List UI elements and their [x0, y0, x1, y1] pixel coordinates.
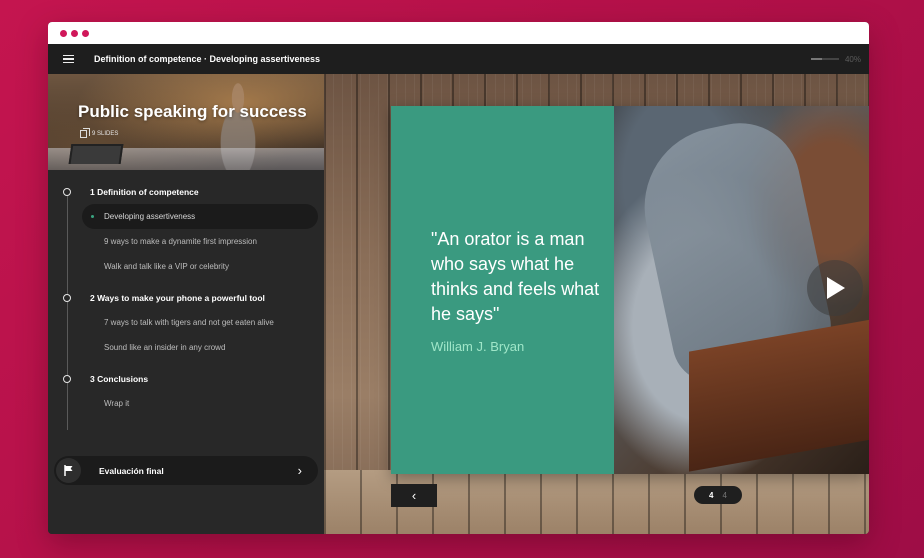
lesson-item[interactable]: Sound like an insider in any crowd: [48, 335, 324, 360]
course-hero-image: Public speaking for success 9 SLIDES: [48, 74, 324, 170]
window-dot: [60, 29, 67, 37]
current-slide-number: 4: [709, 490, 714, 500]
slides-count-label: 9 SLIDES: [92, 131, 119, 137]
quote-author: William J. Bryan: [431, 338, 525, 354]
lesson-item[interactable]: Walk and talk like a VIP or celebrity: [48, 254, 324, 279]
progress-percent: 40%: [844, 54, 861, 64]
active-bullet-icon: [91, 215, 94, 218]
course-title: Public speaking for success: [78, 102, 307, 121]
slide-pager: 4 4: [694, 486, 742, 504]
progress-track: [810, 58, 839, 60]
progress-fill: [810, 58, 823, 60]
play-icon: [827, 277, 845, 299]
total-slides-number: 4: [722, 490, 727, 500]
section-heading[interactable]: 2 Ways to make your phone a powerful too…: [48, 286, 324, 310]
final-evaluation-button[interactable]: Evaluación final ›: [54, 456, 318, 485]
flag-icon: [56, 458, 81, 483]
window-chrome: [48, 22, 869, 44]
slides-count: 9 SLIDES: [80, 128, 119, 138]
slide-stage: "An orator is a man who says what he thi…: [324, 74, 869, 534]
timeline-node-icon: [63, 188, 71, 196]
hamburger-icon: [62, 54, 74, 64]
course-sidebar: Public speaking for success 9 SLIDES 1 D…: [48, 74, 324, 534]
final-evaluation-label: Evaluación final: [99, 465, 164, 476]
slides-icon: [80, 128, 90, 138]
section-heading[interactable]: 3 Conclusions: [48, 367, 324, 391]
chevron-left-icon: ‹: [411, 488, 417, 503]
breadcrumb: Definition of competence · Developing as…: [94, 54, 321, 64]
lesson-item-active[interactable]: Developing assertiveness: [82, 204, 318, 229]
menu-toggle-button[interactable]: [48, 44, 88, 74]
slide-content: "An orator is a man who says what he thi…: [391, 106, 869, 474]
lesson-item[interactable]: 9 ways to make a dynamite first impressi…: [48, 229, 324, 254]
quote-panel: "An orator is a man who says what he thi…: [391, 106, 614, 474]
course-progress: 40%: [810, 54, 861, 64]
slide-photo: [614, 106, 869, 474]
quote-text: "An orator is a man who says what he thi…: [431, 228, 600, 324]
section-heading[interactable]: 1 Definition of competence: [48, 180, 324, 204]
timeline-node-icon: [63, 294, 71, 302]
top-bar: Definition of competence · Developing as…: [48, 44, 869, 74]
timeline-node-icon: [63, 375, 71, 383]
course-outline: 1 Definition of competence Developing as…: [48, 170, 324, 430]
window-dot: [82, 29, 89, 37]
lesson-item[interactable]: 7 ways to talk with tigers and not get e…: [48, 310, 324, 335]
window-dot: [71, 29, 78, 37]
app-window: Definition of competence · Developing as…: [48, 22, 869, 534]
lesson-item[interactable]: Wrap it: [48, 391, 324, 416]
play-button[interactable]: [807, 260, 863, 316]
chevron-right-icon: ›: [297, 463, 302, 478]
previous-slide-button[interactable]: ‹: [391, 484, 437, 507]
